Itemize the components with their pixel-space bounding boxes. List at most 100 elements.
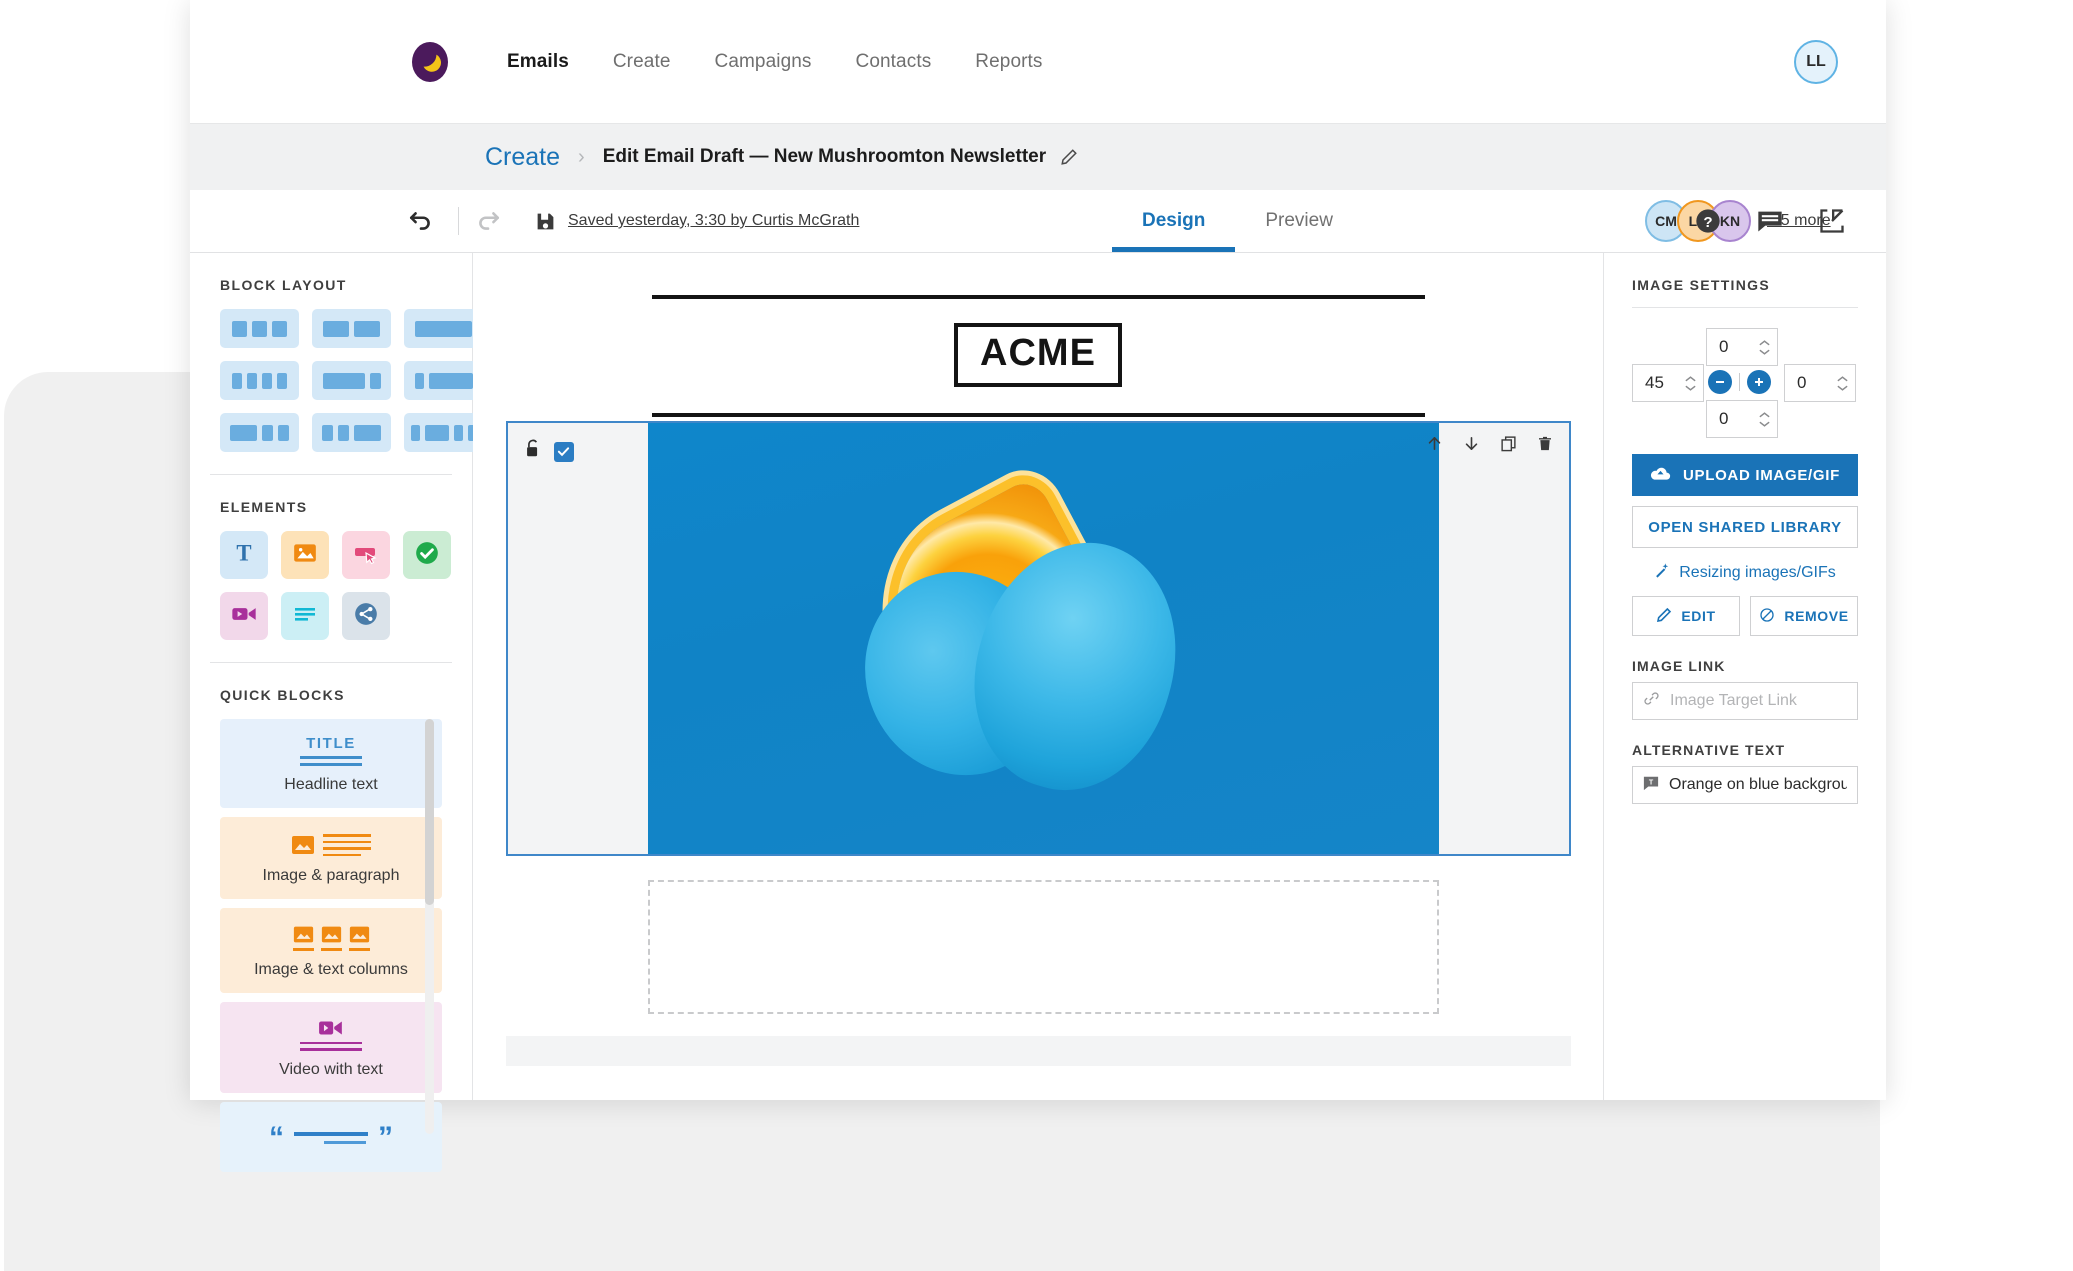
quick-blocks-heading: QUICK BLOCKS [220,687,345,703]
alt-text-tag-icon: T [1643,775,1659,796]
crescent-moon-logo[interactable] [412,41,448,82]
quote-close-icon: ” [378,1121,393,1154]
arrow-up-icon[interactable] [1426,435,1443,452]
stepper-arrows [1684,375,1697,392]
video-camera-icon [319,1021,342,1034]
block-layout-three-equal-columns[interactable] [220,309,299,348]
image-link-input[interactable] [1670,692,1847,710]
block-layout-narrow-left-wide-right[interactable] [404,361,483,400]
copy-duplicate-icon[interactable] [1500,435,1517,452]
quick-block-image-and-paragraph[interactable]: Image & paragraph [220,817,442,899]
resizing-images-link[interactable]: Resizing images/GIFs [1632,562,1858,584]
stepper-up-icon[interactable] [1758,339,1771,347]
acme-logo-text: ACME [954,323,1122,387]
tab-design[interactable]: Design [1112,190,1236,252]
selected-image-block[interactable] [505,421,1571,856]
email-header-block[interactable]: ACME [505,273,1571,417]
alternative-text-field[interactable]: T [1632,766,1858,804]
export-upload-icon[interactable] [1818,207,1846,235]
minus-circle-icon[interactable] [1708,370,1732,394]
block-layout-four-equal-columns[interactable] [220,361,299,400]
element-confirm[interactable] [403,531,451,579]
padding-top-value: 0 [1719,337,1729,356]
stepper-down-icon[interactable] [1758,348,1771,356]
padding-controls: 0 45 0 0 [1632,328,1858,438]
save-status-text[interactable]: Saved yesterday, 3:30 by Curtis McGrath [568,212,859,230]
tab-preview[interactable]: Preview [1235,190,1363,252]
block-layout-wide-left-two-narrow[interactable] [220,413,299,452]
element-text[interactable]: T [220,531,268,579]
scrollbar-thumb[interactable] [425,719,434,905]
trash-can-icon[interactable] [1537,435,1553,452]
quick-block-quote[interactable]: “ ” [220,1101,442,1172]
padding-left-stepper[interactable]: 45 [1632,364,1704,402]
redo-arrow-icon[interactable] [475,208,501,234]
nav-link-create[interactable]: Create [591,51,693,73]
padding-bottom-stepper[interactable]: 0 [1706,400,1778,438]
edit-image-button[interactable]: EDIT [1632,596,1740,636]
checked-checkbox-icon[interactable] [553,441,574,462]
nav-link-emails[interactable]: Emails [485,51,591,73]
element-social-share[interactable] [342,592,390,640]
block-layout-wide-left-narrow-right[interactable] [312,361,391,400]
stepper-up-icon[interactable] [1684,375,1697,383]
stepper-down-icon[interactable] [1684,384,1697,392]
breadcrumb-separator: › [578,145,585,168]
image-action-buttons: EDIT REMOVE [1632,596,1858,636]
account-avatar[interactable]: LL [1794,39,1838,84]
breadcrumb: Create › Edit Email Draft — New Mushroom… [190,123,1886,190]
svg-text:T: T [236,540,251,565]
breadcrumb-root-link[interactable]: Create [485,143,560,172]
nav-links: Emails Create Campaigns Contacts Reports [485,51,1065,73]
padding-top-stepper[interactable]: 0 [1706,328,1778,366]
comment-bubble-icon[interactable] [1756,207,1784,235]
empty-block-area [505,858,1571,1036]
image-picture-icon [293,926,313,943]
block-layout-two-equal-columns[interactable] [312,309,391,348]
magic-wand-icon [1654,562,1671,584]
undo-arrow-icon[interactable] [408,208,434,234]
no-entry-icon [1759,607,1775,626]
nav-link-contacts[interactable]: Contacts [834,51,954,73]
email-image-orange-on-blue[interactable] [647,421,1439,856]
unlock-padlock-icon[interactable] [524,439,542,464]
button-cursor-icon [352,539,380,572]
block-layout-two-narrow-wide-right[interactable] [312,413,391,452]
stepper-up-icon[interactable] [1758,411,1771,419]
save-status-group: Saved yesterday, 3:30 by Curtis McGrath [535,211,859,232]
nav-link-reports[interactable]: Reports [953,51,1064,73]
quick-block-image-and-text-columns[interactable]: Image & text columns [220,908,442,993]
element-divider[interactable] [281,592,329,640]
stepper-down-icon[interactable] [1758,420,1771,428]
email-page-area: ACME [505,273,1571,1066]
editor-body: BLOCK LAYOUT ELEMENTS T QUICK BLOCKS TIT… [190,253,1886,1172]
quick-block-label: Video with text [279,1060,383,1078]
image-settings-panel: IMAGE SETTINGS 0 45 0 0 UPLOAD IMAGE/GIF… [1603,253,1886,1100]
open-shared-library-button[interactable]: OPEN SHARED LIBRARY [1632,506,1858,548]
image-picture-icon [292,540,318,571]
block-layout-narrow-wide-narrow-narrow[interactable] [404,413,483,452]
floppy-disk-save-icon[interactable] [535,211,556,232]
help-circle-icon[interactable]: ? [1694,207,1722,235]
arrow-down-icon[interactable] [1463,435,1480,452]
pencil-icon[interactable] [1060,148,1078,166]
block-layout-one-full-column[interactable] [404,309,483,348]
upload-image-button[interactable]: UPLOAD IMAGE/GIF [1632,454,1858,496]
nav-link-campaigns[interactable]: Campaigns [693,51,834,73]
empty-dropzone[interactable] [647,880,1439,1014]
quick-block-video-with-text[interactable]: Video with text [220,1001,442,1093]
stepper-down-icon[interactable] [1836,384,1849,392]
stepper-up-icon[interactable] [1836,375,1849,383]
remove-image-button[interactable]: REMOVE [1750,596,1858,636]
quick-block-headline-text[interactable]: TITLE Headline text [220,719,442,808]
quick-blocks-scrollbar[interactable] [425,719,434,1134]
text-T-icon: T [231,540,257,571]
alternative-text-input[interactable] [1669,776,1847,794]
block-layout-heading: BLOCK LAYOUT [220,277,347,293]
image-link-field[interactable] [1632,682,1858,720]
plus-circle-icon[interactable] [1747,370,1771,394]
element-button[interactable] [342,531,390,579]
element-image[interactable] [281,531,329,579]
element-video[interactable] [220,592,268,640]
padding-right-stepper[interactable]: 0 [1784,364,1856,402]
